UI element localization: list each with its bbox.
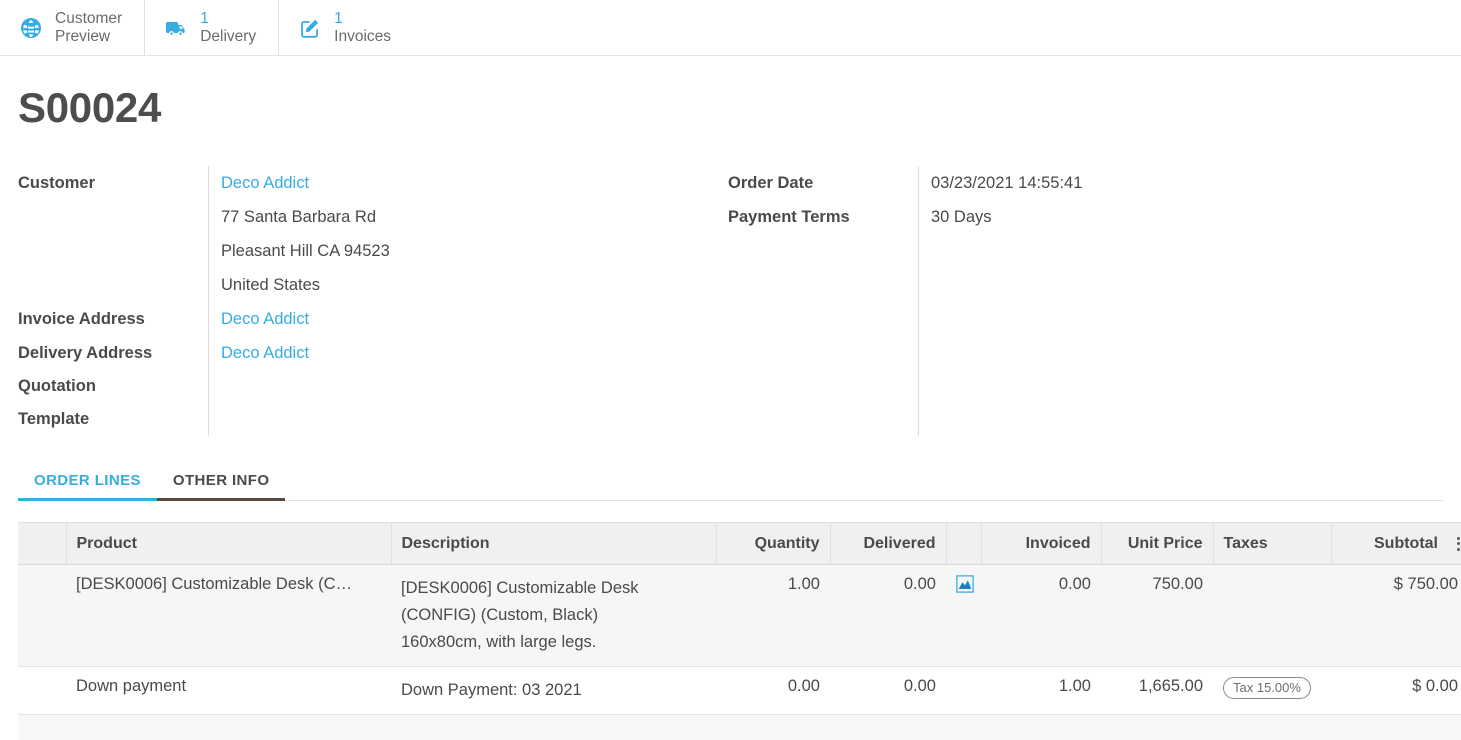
row-handle-cell[interactable] [18, 667, 66, 715]
description-line: (CONFIG) (Custom, Black) [401, 602, 706, 629]
cell-quantity[interactable]: 1.00 [716, 565, 830, 667]
spacer [18, 200, 196, 234]
table-body: [DESK0006] Customizable Desk (C… [DESK00… [18, 565, 1461, 740]
cell-invoiced[interactable]: 0.00 [981, 565, 1101, 667]
header-taxes[interactable]: Taxes [1213, 523, 1331, 565]
stat-count-delivery: 1 [200, 10, 256, 27]
fields-right-group: Order Date Payment Terms 03/23/2021 14:5… [728, 166, 1082, 436]
description-line: 160x80cm, with large legs. [401, 629, 706, 656]
payment-terms-value[interactable]: 30 Days [931, 200, 1082, 234]
stat-count-invoices: 1 [334, 10, 391, 27]
truck-icon [163, 15, 189, 41]
quotation-template-value[interactable] [221, 370, 390, 404]
description-line: Down Payment: 03 2021 [401, 677, 706, 704]
tab-order-lines[interactable]: ORDER LINES [18, 464, 157, 500]
cell-product[interactable]: Down payment [66, 667, 391, 715]
order-lines-table-container: Product Description Quantity Delivered I… [18, 522, 1443, 740]
cell-subtotal: $ 0.00 [1331, 667, 1461, 715]
label-quotation-template: Quotation Template [18, 370, 138, 436]
tax-badge: Tax 15.00% [1223, 677, 1311, 699]
stat-button-invoices[interactable]: 1 Invoices [279, 0, 413, 55]
stat-button-text: Customer Preview [55, 10, 122, 45]
customer-address-line-2: Pleasant Hill CA 94523 [221, 234, 390, 268]
cell-taxes[interactable]: Tax 15.00% [1213, 667, 1331, 715]
delivery-address-link[interactable]: Deco Addict [221, 336, 390, 370]
stat-buttons-bar: Customer Preview 1 Delivery 1 Invoices [0, 0, 1461, 56]
customer-link[interactable]: Deco Addict [221, 166, 390, 200]
cell-invoiced[interactable]: 1.00 [981, 667, 1101, 715]
customer-address-line-1: 77 Santa Barbara Rd [221, 200, 390, 234]
cell-unit-price[interactable]: 750.00 [1101, 565, 1213, 667]
table-row[interactable]: [DESK0006] Customizable Desk (C… [DESK00… [18, 565, 1461, 667]
description-line: [DESK0006] Customizable Desk [401, 575, 706, 602]
header-handle [18, 523, 66, 565]
stat-button-delivery[interactable]: 1 Delivery [145, 0, 279, 55]
cell-description[interactable]: [DESK0006] Customizable Desk (CONFIG) (C… [391, 565, 716, 667]
row-handle-cell[interactable] [18, 565, 66, 667]
header-subtotal[interactable]: Subtotal [1331, 523, 1461, 565]
stat-label-customer-preview: Customer Preview [55, 10, 122, 45]
globe-icon [18, 15, 44, 41]
stat-label-delivery: Delivery [200, 28, 256, 45]
fields-left-group: Customer Invoice Address Delivery Addres… [18, 166, 728, 436]
header-quantity[interactable]: Quantity [716, 523, 830, 565]
label-delivery-address: Delivery Address [18, 336, 196, 370]
header-subtotal-label: Subtotal [1374, 535, 1438, 552]
label-payment-terms: Payment Terms [728, 200, 906, 234]
header-invoiced[interactable]: Invoiced [981, 523, 1101, 565]
product-text: [DESK0006] Customizable Desk (C… [76, 575, 381, 594]
order-date-value[interactable]: 03/23/2021 14:55:41 [931, 166, 1082, 200]
customer-address-line-3: United States [221, 268, 390, 302]
cell-delivered[interactable]: 0.00 [830, 667, 946, 715]
header-description[interactable]: Description [391, 523, 716, 565]
tab-other-info[interactable]: OTHER INFO [157, 464, 286, 500]
cell-taxes[interactable] [1213, 565, 1331, 667]
cell-quantity[interactable]: 0.00 [716, 667, 830, 715]
product-text: Down payment [76, 677, 381, 696]
header-product[interactable]: Product [66, 523, 391, 565]
fields-right-labels: Order Date Payment Terms [728, 166, 918, 436]
order-lines-table: Product Description Quantity Delivered I… [18, 522, 1461, 740]
cell-description[interactable]: Down Payment: 03 2021 [391, 667, 716, 715]
table-footer-cell [18, 715, 1461, 740]
label-order-date: Order Date [728, 166, 906, 200]
optional-columns-dropdown-icon[interactable] [1457, 537, 1460, 551]
cell-forecast [946, 667, 981, 715]
label-invoice-address: Invoice Address [18, 302, 196, 336]
stat-label-invoices: Invoices [334, 28, 391, 45]
spacer [18, 268, 196, 302]
table-footer-row [18, 715, 1461, 740]
fields-right-values: 03/23/2021 14:55:41 30 Days [918, 166, 1082, 436]
stat-button-text: 1 Invoices [334, 10, 391, 45]
header-forecast [946, 523, 981, 565]
cell-product[interactable]: [DESK0006] Customizable Desk (C… [66, 565, 391, 667]
cell-delivered[interactable]: 0.00 [830, 565, 946, 667]
cell-subtotal: $ 750.00 [1331, 565, 1461, 667]
fields-left-labels: Customer Invoice Address Delivery Addres… [18, 166, 208, 436]
page-title: S00024 [18, 84, 1461, 132]
header-delivered[interactable]: Delivered [830, 523, 946, 565]
edit-document-icon [297, 15, 323, 41]
cell-unit-price[interactable]: 1,665.00 [1101, 667, 1213, 715]
table-row[interactable]: Down payment Down Payment: 03 2021 0.00 … [18, 667, 1461, 715]
table-head: Product Description Quantity Delivered I… [18, 523, 1461, 565]
stat-button-text: 1 Delivery [200, 10, 256, 45]
spacer [18, 234, 196, 268]
invoice-address-link[interactable]: Deco Addict [221, 302, 390, 336]
stat-button-customer-preview[interactable]: Customer Preview [0, 0, 145, 55]
table-header-row: Product Description Quantity Delivered I… [18, 523, 1461, 565]
cell-forecast[interactable] [946, 565, 981, 667]
fields-left-values: Deco Addict 77 Santa Barbara Rd Pleasant… [208, 166, 390, 436]
header-unit-price[interactable]: Unit Price [1101, 523, 1213, 565]
label-customer: Customer [18, 166, 196, 200]
order-header-fields: Customer Invoice Address Delivery Addres… [0, 166, 1461, 436]
notebook-tabs: ORDER LINES OTHER INFO [18, 464, 1443, 501]
area-chart-icon[interactable] [956, 575, 974, 593]
